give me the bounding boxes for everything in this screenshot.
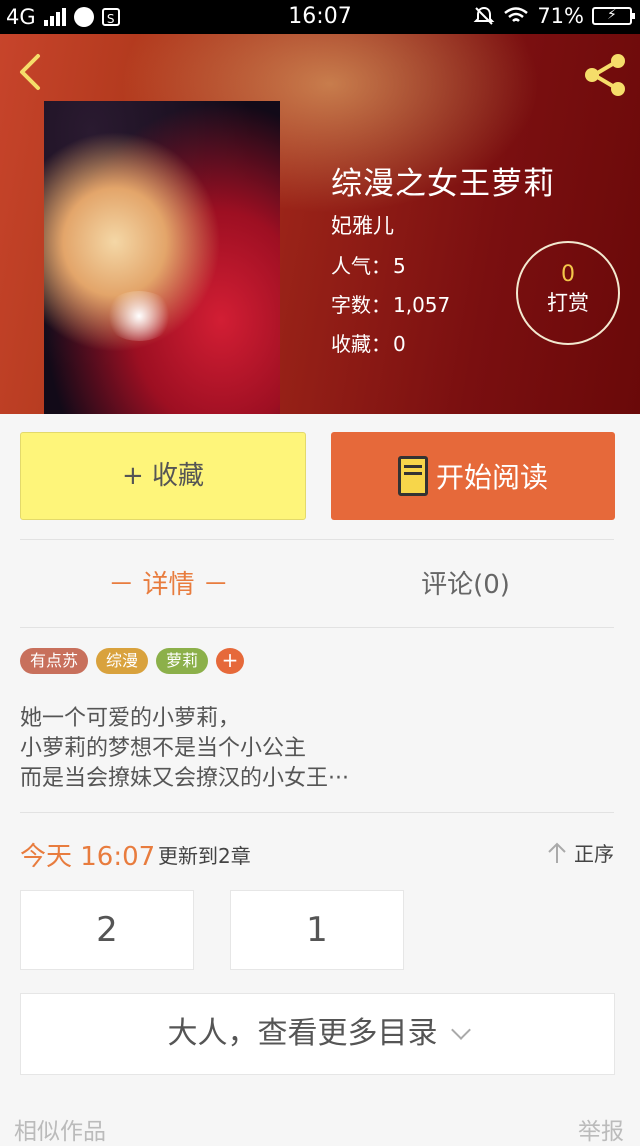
sort-order-label: 正序 <box>574 842 614 866</box>
reward-label: 打赏 <box>547 291 589 315</box>
tag-list: 有点苏 综漫 萝莉 + <box>20 648 245 674</box>
book-header: 综漫之女王萝莉 妃雅儿 人气： 5 字数： 1,057 收藏： 0 0 打赏 <box>0 34 640 414</box>
mute-icon <box>473 6 495 25</box>
description-line: 小萝莉的梦想不是当个小公主 <box>20 736 307 761</box>
battery-percent: 71% <box>537 4 584 28</box>
status-bar: 4G S 16:07 71% ⚡ <box>0 0 640 34</box>
description-line: 她一个可爱的小萝莉， <box>20 706 241 731</box>
wifi-icon <box>504 7 529 22</box>
chevron-down-icon <box>450 1020 471 1040</box>
update-time: 今天 16:07 <box>20 842 156 872</box>
popularity-label: 人气： <box>331 254 391 278</box>
battery-icon: ⚡ <box>592 7 635 25</box>
share-icon[interactable] <box>580 50 630 100</box>
word-count-label: 字数： <box>331 293 391 317</box>
favorites-label: 收藏： <box>331 332 391 356</box>
chapter-button[interactable]: 1 <box>230 890 404 970</box>
tag-chip[interactable]: 有点苏 <box>20 648 89 674</box>
divider <box>20 627 614 628</box>
more-catalog-button[interactable]: 大人，查看更多目录 <box>20 993 615 1075</box>
sort-order-button[interactable]: 正序 <box>546 838 614 867</box>
reward-count: 0 <box>561 262 575 287</box>
update-status: 更新到2章 <box>158 844 251 868</box>
tab-detail[interactable]: － 详情 － <box>20 560 317 610</box>
tab-comments[interactable]: 评论(0) <box>317 560 614 610</box>
more-catalog-label: 大人，查看更多目录 <box>167 1016 438 1051</box>
reward-button[interactable]: 0 打赏 <box>516 241 620 345</box>
start-reading-label: 开始阅读 <box>435 461 548 494</box>
divider <box>20 812 614 813</box>
start-reading-button[interactable]: 开始阅读 <box>331 432 615 520</box>
book-cover-image <box>44 101 280 414</box>
similar-works-heading: 相似作品 <box>14 1119 106 1145</box>
description-line: 而是当会撩妹又会撩汉的小女王··· <box>20 766 349 791</box>
book-description: 她一个可爱的小萝莉， 小萝莉的梦想不是当个小公主 而是当会撩妹又会撩汉的小女王·… <box>20 704 349 794</box>
add-to-favorites-button[interactable]: + 收藏 <box>20 432 306 520</box>
book-icon <box>397 456 428 496</box>
arrow-up-icon <box>548 842 566 863</box>
word-count-value: 1,057 <box>393 293 451 317</box>
popularity-stat: 人气： 5 <box>331 250 406 279</box>
chapter-button[interactable]: 2 <box>20 890 194 970</box>
divider <box>20 539 614 540</box>
add-tag-button[interactable]: + <box>216 648 245 674</box>
popularity-value: 5 <box>393 254 406 278</box>
favorites-stat: 收藏： 0 <box>331 328 406 357</box>
tag-chip[interactable]: 综漫 <box>96 648 149 674</box>
book-title: 综漫之女王萝莉 <box>331 166 555 202</box>
report-link[interactable]: 举报 <box>578 1112 624 1146</box>
back-icon[interactable] <box>12 50 52 94</box>
book-author[interactable]: 妃雅儿 <box>331 210 394 240</box>
word-count-stat: 字数： 1,057 <box>331 289 450 318</box>
tag-chip[interactable]: 萝莉 <box>156 648 209 674</box>
favorites-value: 0 <box>393 332 406 356</box>
